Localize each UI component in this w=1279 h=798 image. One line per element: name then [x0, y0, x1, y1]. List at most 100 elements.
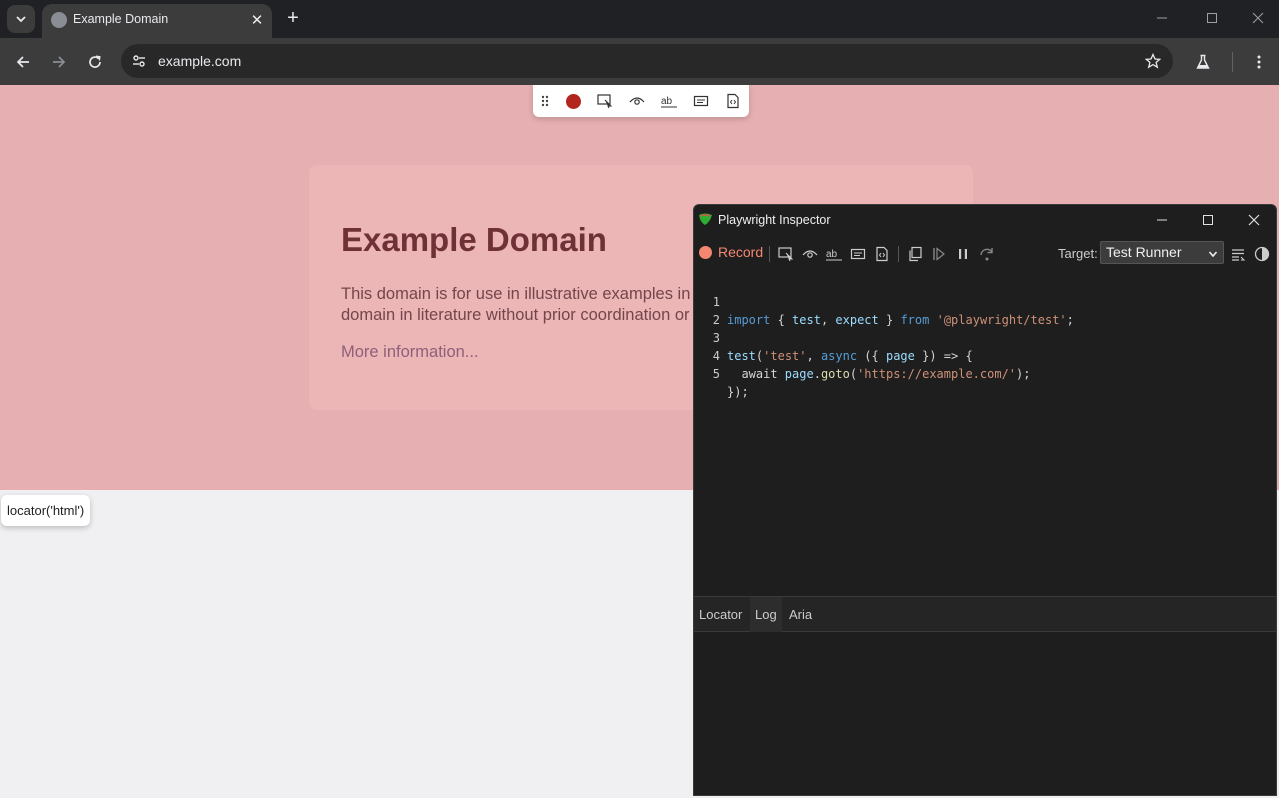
- code-token: }: [878, 313, 901, 327]
- assert-text-button[interactable]: ab: [824, 244, 844, 264]
- recorder-toolbar: ab: [533, 85, 749, 117]
- more-information-link[interactable]: More information...: [341, 343, 479, 362]
- copy-icon: [909, 246, 922, 262]
- eye-icon: [802, 250, 818, 258]
- record-icon: [565, 93, 581, 109]
- tab-search-button[interactable]: [7, 5, 35, 33]
- contrast-icon: [1254, 246, 1270, 262]
- globe-icon: [51, 12, 67, 28]
- pick-locator-icon: [778, 247, 794, 262]
- generated-code-editor[interactable]: 1 import { test, expect } from '@playwri…: [694, 275, 1276, 595]
- tab-aria[interactable]: Aria: [784, 597, 817, 632]
- wrap-lines-icon: [1232, 249, 1246, 261]
- plus-icon: +: [287, 7, 299, 29]
- code-token: (: [849, 367, 858, 381]
- target-label: Target:: [1058, 246, 1098, 261]
- reload-button[interactable]: [82, 49, 108, 75]
- assert-snapshot-button[interactable]: [723, 91, 743, 111]
- site-settings-icon[interactable]: [130, 52, 148, 70]
- code-token: page: [784, 367, 814, 381]
- pick-locator-button[interactable]: [595, 91, 615, 111]
- pause-icon: [959, 249, 967, 259]
- back-button[interactable]: [10, 49, 36, 75]
- assert-visibility-button[interactable]: [627, 91, 647, 111]
- assert-snapshot-button[interactable]: [872, 244, 892, 264]
- inspector-minimize-button[interactable]: [1150, 210, 1174, 230]
- wrap-lines-button[interactable]: [1228, 244, 1248, 264]
- inspector-maximize-button[interactable]: [1196, 210, 1220, 230]
- chevron-down-icon: [1208, 246, 1218, 267]
- locator-tooltip: locator('html'): [1, 495, 91, 526]
- input-box-icon: [850, 248, 866, 260]
- tab-close-button[interactable]: ✕: [248, 11, 266, 29]
- step-over-button[interactable]: [977, 244, 997, 264]
- code-file-icon: [876, 246, 888, 262]
- minimize-icon: [1157, 17, 1167, 19]
- code-line: 3 test('test', async ({ page }) => {: [694, 311, 973, 363]
- chevron-down-icon: [16, 16, 26, 23]
- code-token: ,: [820, 313, 836, 327]
- page-title: Example Domain: [341, 221, 607, 258]
- tab-log[interactable]: Log: [750, 597, 782, 632]
- maximize-button[interactable]: [1201, 8, 1223, 28]
- inspector-close-button[interactable]: [1242, 210, 1266, 230]
- inspector-tab-panel: [694, 632, 1276, 795]
- minimize-button[interactable]: [1151, 8, 1173, 28]
- arrow-right-icon: [53, 56, 66, 68]
- code-token: test: [792, 313, 821, 327]
- resume-button[interactable]: [929, 244, 949, 264]
- close-window-button[interactable]: [1247, 8, 1269, 28]
- code-token: page: [885, 349, 915, 363]
- code-line: 2: [694, 293, 737, 327]
- browser-toolbar: example.com: [0, 38, 1279, 85]
- copy-button[interactable]: [905, 244, 925, 264]
- record-toggle-button[interactable]: Record: [694, 237, 764, 269]
- labs-button[interactable]: [1190, 49, 1216, 75]
- recorder-record-button[interactable]: [563, 91, 583, 111]
- tab-title: Example Domain: [73, 12, 169, 26]
- eye-icon: [629, 97, 645, 105]
- text-abc-icon: ab: [826, 249, 842, 261]
- assert-value-button[interactable]: [848, 244, 868, 264]
- assert-visibility-button[interactable]: [800, 244, 820, 264]
- forward-button[interactable]: [46, 49, 72, 75]
- tab-locator[interactable]: Locator: [694, 597, 747, 632]
- code-file-icon: [727, 93, 739, 109]
- theme-toggle-button[interactable]: [1252, 244, 1272, 264]
- text-abc-icon: ab: [661, 96, 677, 108]
- inspector-titlebar[interactable]: Playwright Inspector: [694, 205, 1276, 235]
- flask-icon: [1196, 54, 1210, 69]
- target-language-select[interactable]: Test Runner: [1100, 241, 1224, 264]
- code-token: async: [820, 349, 858, 363]
- code-token: 'test': [763, 349, 807, 363]
- code-line: 5 });: [694, 347, 749, 399]
- drag-handle[interactable]: [535, 91, 555, 111]
- code-token: );: [1016, 367, 1031, 381]
- pause-button[interactable]: [953, 244, 973, 264]
- code-token: goto: [820, 367, 850, 381]
- address-bar[interactable]: example.com: [121, 44, 1173, 78]
- code-line: 4 await page.goto('https://example.com/'…: [694, 329, 1031, 381]
- svg-text:ab: ab: [826, 249, 838, 260]
- assert-text-button[interactable]: ab: [659, 91, 679, 111]
- code-token: {: [770, 313, 793, 327]
- url-text[interactable]: example.com: [158, 53, 241, 69]
- new-tab-button[interactable]: +: [283, 8, 303, 28]
- code-token: });: [727, 385, 749, 399]
- code-token: ;: [1066, 313, 1074, 327]
- more-vert-icon: [1257, 55, 1261, 69]
- browser-tab[interactable]: Example Domain ✕: [42, 4, 272, 38]
- step-over-icon: [980, 248, 993, 261]
- playwright-logo-icon: [699, 213, 712, 225]
- assert-value-button[interactable]: [691, 91, 711, 111]
- chrome-menu-button[interactable]: [1246, 49, 1272, 75]
- pick-locator-button[interactable]: [776, 244, 796, 264]
- maximize-icon: [1207, 13, 1217, 23]
- maximize-icon: [1203, 215, 1213, 225]
- code-token: .: [813, 367, 821, 381]
- code-token: ({: [857, 349, 886, 363]
- code-line: 1 import { test, expect } from '@playwri…: [694, 275, 1074, 327]
- code-token: ,: [806, 349, 821, 363]
- bookmark-star-icon[interactable]: [1143, 51, 1163, 71]
